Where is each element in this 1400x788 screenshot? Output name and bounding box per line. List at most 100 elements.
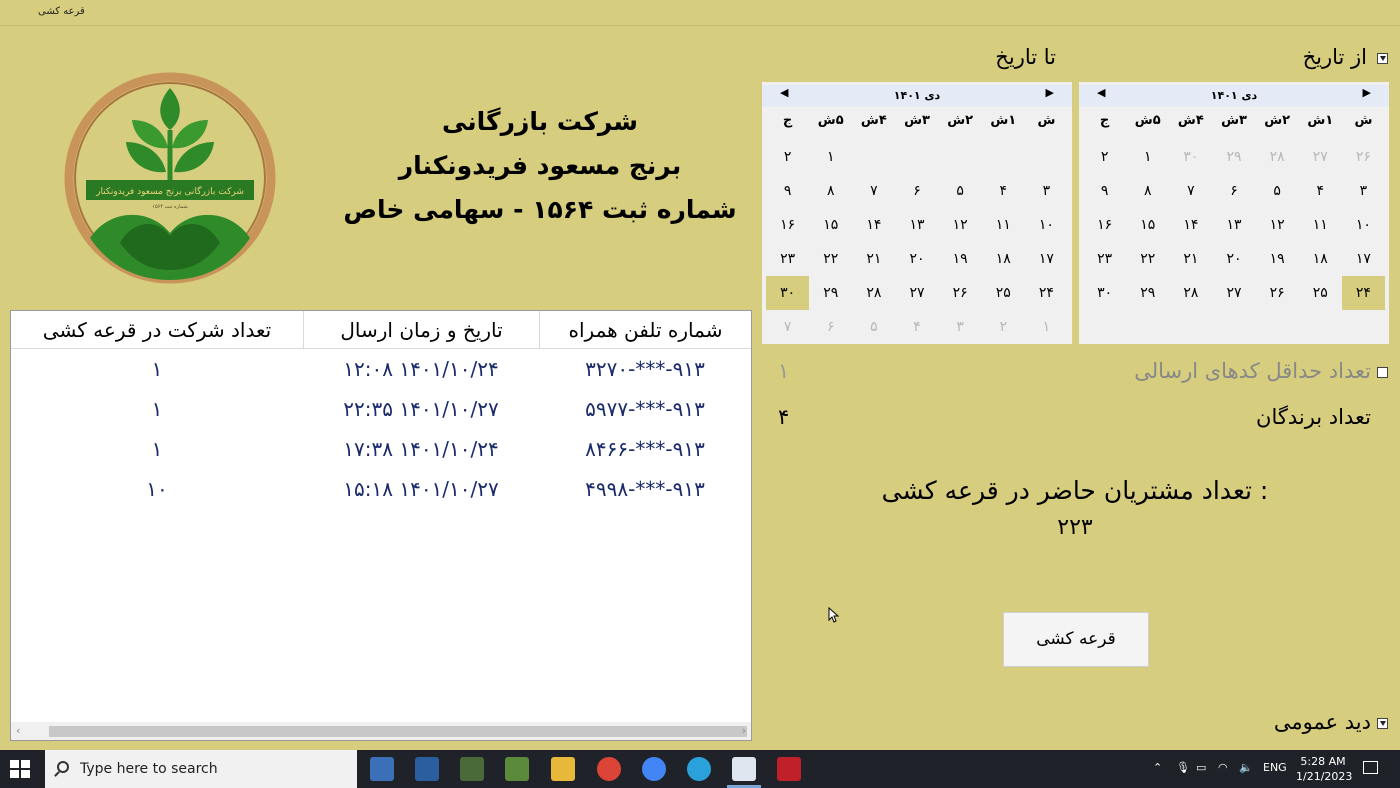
calendar-day[interactable]	[939, 140, 982, 174]
horizontal-scrollbar[interactable]: ‹ ›	[11, 722, 751, 740]
calendar-day[interactable]: ۲۱	[852, 242, 895, 276]
calendar-day[interactable]: ۲۰	[1212, 242, 1255, 276]
calendar-day[interactable]: ۲۵	[982, 276, 1025, 310]
calendar-day[interactable]: ۱۵	[809, 208, 852, 242]
active-app-icon[interactable]	[732, 757, 756, 781]
browser-icon[interactable]	[642, 757, 666, 781]
draw-button[interactable]: قرعه کشی	[1003, 612, 1149, 667]
chevron-up-icon[interactable]: ⌃	[1153, 761, 1162, 774]
calendar-day[interactable]: ۲۹	[1212, 140, 1255, 174]
calendar-day[interactable]: ۲۴	[1025, 276, 1068, 310]
file-explorer-icon[interactable]	[551, 757, 575, 781]
column-header-count[interactable]: تعداد شرکت در قرعه کشی	[11, 311, 303, 349]
calendar-day[interactable]: ۱۶	[766, 208, 809, 242]
column-header-datetime[interactable]: تاریخ و زمان ارسال	[303, 311, 539, 349]
remote-connection-icon[interactable]	[415, 757, 439, 781]
calendar-day[interactable]: ۴	[1299, 174, 1342, 208]
table-row[interactable]: ۹۱۳-***-۸۴۶۶ ۱۴۰۱/۱۰/۲۴ ۱۷:۳۸ ۱	[11, 429, 751, 469]
calendar-day[interactable]: ۱	[1025, 310, 1068, 344]
scroll-right-icon[interactable]: ›	[742, 724, 746, 737]
calendar-day[interactable]: ۲	[982, 310, 1025, 344]
calendar-day[interactable]: ۲۹	[1126, 276, 1169, 310]
recorder-icon[interactable]	[777, 757, 801, 781]
calendar-day[interactable]: ۱۱	[982, 208, 1025, 242]
calendar-day[interactable]: ۱۳	[1212, 208, 1255, 242]
task-manager-icon[interactable]	[460, 757, 484, 781]
calendar-day[interactable]: ۲۳	[766, 242, 809, 276]
calendar-day[interactable]: ۲۲	[809, 242, 852, 276]
calendar-day[interactable]: ۳	[1025, 174, 1068, 208]
calendar-day[interactable]: ۴	[982, 174, 1025, 208]
winners-value[interactable]: ۴	[778, 405, 789, 429]
overview-checkbox[interactable]	[1377, 718, 1388, 729]
calendar-day[interactable]: ۲۸	[1256, 140, 1299, 174]
calendar-day[interactable]: ۶	[895, 174, 938, 208]
microphone-icon[interactable]: 🎙	[1176, 761, 1190, 774]
calendar-day[interactable]: ۲۱	[1169, 242, 1212, 276]
calendar-day[interactable]: ۶	[809, 310, 852, 344]
scroll-left-icon[interactable]: ‹	[16, 724, 20, 737]
calendar-day[interactable]: ۱۹	[1256, 242, 1299, 276]
calendar-day[interactable]: ۲۷	[895, 276, 938, 310]
calendar-day[interactable]	[895, 140, 938, 174]
calendar-day[interactable]: ۲	[766, 140, 809, 174]
calendar-day[interactable]: ۸	[809, 174, 852, 208]
volume-icon[interactable]: 🔈	[1239, 761, 1253, 774]
calendar-day[interactable]: ۲۷	[1212, 276, 1255, 310]
calendar-day[interactable]: ۲۷	[1299, 140, 1342, 174]
calendar-day[interactable]: ۳۰	[1169, 140, 1212, 174]
calendar-day[interactable]: ۵	[939, 174, 982, 208]
calendar-day[interactable]: ۲۹	[809, 276, 852, 310]
notifications-icon[interactable]	[1363, 761, 1378, 774]
calendar-day[interactable]: ۵	[1256, 174, 1299, 208]
spreadsheet-app-icon[interactable]	[505, 757, 529, 781]
calendar-day[interactable]: ۱۵	[1126, 208, 1169, 242]
from-date-calendar[interactable]: ◀ دی ۱۴۰۱ ▶ ش ۱ش ۲ش ۳ش ۴ش ۵ش ج ۲۶ ۲۷ ۲۸ ۲۹ ۳۰ ۱ ۲ ۳ ۴ ۵…	[1079, 82, 1389, 344]
table-row[interactable]: ۹۱۳-***-۴۹۹۸ ۱۴۰۱/۱۰/۲۷ ۱۵:۱۸ ۱۰	[11, 469, 751, 509]
network-app-icon[interactable]	[370, 757, 394, 781]
calendar-day[interactable]: ۱۷	[1342, 242, 1385, 276]
calendar-day[interactable]: ۱۴	[1169, 208, 1212, 242]
calendar-day[interactable]: ۲۴	[1341, 276, 1385, 310]
calendar-day[interactable]: ۱۰	[1342, 208, 1385, 242]
calendar-day[interactable]: ۱۶	[1083, 208, 1126, 242]
calendar-day[interactable]: ۵	[852, 310, 895, 344]
calendar-day[interactable]: ۲۶	[1256, 276, 1299, 310]
calendar-day[interactable]: ۲۸	[852, 276, 895, 310]
calendar-day[interactable]	[852, 140, 895, 174]
calendar-day[interactable]: ۱۸	[1299, 242, 1342, 276]
calendar-day[interactable]: ۲۸	[1169, 276, 1212, 310]
calendar-day[interactable]: ۷	[766, 310, 809, 344]
calendar-day[interactable]: ۱۷	[1025, 242, 1068, 276]
language-indicator[interactable]: ENG	[1263, 761, 1287, 774]
calendar-day[interactable]: ۱۸	[982, 242, 1025, 276]
calendar-day[interactable]: ۱	[809, 140, 852, 174]
calendar-day[interactable]: ۱	[1126, 140, 1169, 174]
calendar-day[interactable]: ۷	[852, 174, 895, 208]
calendar-day[interactable]: ۲۳	[1083, 242, 1126, 276]
calendar-day[interactable]: ۱۱	[1299, 208, 1342, 242]
telegram-icon[interactable]	[687, 757, 711, 781]
clock[interactable]: 5:28 AM 1/21/2023	[1296, 754, 1352, 784]
next-month-arrow-icon[interactable]: ▶	[1046, 86, 1054, 99]
calendar-day[interactable]: ۱۲	[1256, 208, 1299, 242]
scroll-thumb[interactable]	[49, 726, 747, 737]
to-date-calendar[interactable]: ◀ دی ۱۴۰۱ ▶ ش ۱ش ۲ش ۳ش ۴ش ۵ش ج ۱ ۲ ۳ ۴ ۵ ۶ ۷ ۸ ۹ ۱۰ ۱۱ ۱۲…	[762, 82, 1072, 344]
min-codes-checkbox[interactable]	[1377, 367, 1388, 378]
calendar-day[interactable]: ۸	[1126, 174, 1169, 208]
calendar-day[interactable]: ۳۰	[766, 276, 810, 310]
windows-start-icon[interactable]	[10, 760, 30, 778]
calendar-day[interactable]	[1025, 140, 1068, 174]
calendar-day[interactable]	[982, 140, 1025, 174]
table-row[interactable]: ۹۱۳-***-۳۲۷۰ ۱۴۰۱/۱۰/۲۴ ۱۲:۰۸ ۱	[11, 349, 751, 389]
from-date-checkbox[interactable]	[1377, 53, 1388, 64]
calendar-day[interactable]: ۱۹	[939, 242, 982, 276]
min-codes-value[interactable]: ۱	[778, 359, 789, 383]
calendar-day[interactable]: ۹	[1083, 174, 1126, 208]
calendar-day[interactable]: ۳۰	[1083, 276, 1126, 310]
calendar-day[interactable]: ۲۰	[895, 242, 938, 276]
calendar-day[interactable]: ۶	[1212, 174, 1255, 208]
battery-icon[interactable]: ▭	[1196, 761, 1206, 774]
calendar-day[interactable]: ۱۲	[939, 208, 982, 242]
wifi-icon[interactable]: ◠	[1218, 761, 1228, 774]
